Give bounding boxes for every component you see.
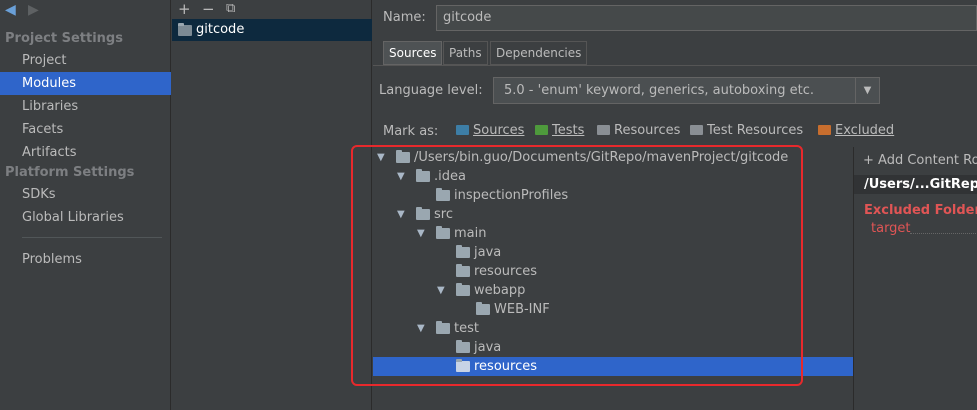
folder-icon bbox=[436, 321, 450, 334]
tab-sources[interactable]: Sources bbox=[383, 41, 443, 65]
expand-toggle-icon[interactable]: ▼ bbox=[397, 167, 405, 186]
module-name-value: gitcode bbox=[443, 10, 492, 25]
folder-icon bbox=[416, 207, 430, 220]
excluded-folder-dots bbox=[910, 233, 977, 234]
tree-node[interactable]: ▼ main bbox=[373, 224, 853, 243]
folder-icon bbox=[416, 169, 430, 182]
folder-icon bbox=[476, 302, 490, 315]
folder-icon bbox=[456, 359, 470, 372]
tree-node[interactable]: WEB-INF bbox=[373, 300, 853, 319]
settings-sidebar: ◀ ▶ Project Settings Project Modules Lib… bbox=[0, 0, 171, 410]
folder-icon bbox=[456, 340, 470, 353]
module-item-gitcode[interactable]: gitcode bbox=[172, 19, 372, 41]
tree-node-label: WEB-INF bbox=[494, 302, 550, 317]
language-level-label: Language level: bbox=[379, 83, 483, 98]
language-level-value: 5.0 - 'enum' keyword, generics, autoboxi… bbox=[504, 83, 815, 98]
folder-icon bbox=[456, 283, 470, 296]
tree-node[interactable]: resources bbox=[373, 262, 853, 281]
tab-divider bbox=[373, 65, 977, 66]
language-level-select[interactable]: 5.0 - 'enum' keyword, generics, autoboxi… bbox=[493, 77, 880, 104]
tree-node-label: resources bbox=[474, 359, 538, 374]
tab-dependencies[interactable]: Dependencies bbox=[490, 41, 588, 65]
expand-toggle-icon[interactable]: ▼ bbox=[377, 148, 385, 167]
expand-toggle-icon[interactable]: ▼ bbox=[417, 319, 425, 338]
remove-module-button[interactable]: − bbox=[202, 0, 215, 18]
excluded-folder-icon bbox=[818, 125, 831, 135]
folder-icon bbox=[436, 226, 450, 239]
tree-node[interactable]: ▼ webapp bbox=[373, 281, 853, 300]
dropdown-arrow-icon[interactable]: ▼ bbox=[855, 78, 879, 103]
tree-node-label: java bbox=[474, 245, 502, 260]
tree-node[interactable]: inspectionProfiles bbox=[373, 186, 853, 205]
sidebar-item-facets[interactable]: Facets bbox=[0, 118, 171, 141]
sources-folder-icon bbox=[456, 125, 469, 135]
mark-sources-button[interactable]: Sources bbox=[456, 123, 524, 138]
tree-node[interactable]: java bbox=[373, 243, 853, 262]
folder-icon bbox=[456, 245, 470, 258]
sidebar-item-modules[interactable]: Modules bbox=[0, 72, 171, 95]
resources-folder-icon bbox=[597, 125, 610, 135]
tree-node-label: resources bbox=[474, 264, 538, 279]
tab-paths[interactable]: Paths bbox=[443, 41, 488, 65]
sidebar-item-libraries[interactable]: Libraries bbox=[0, 95, 171, 118]
expand-toggle-icon[interactable]: ▼ bbox=[417, 224, 425, 243]
tree-node[interactable]: ▼ test bbox=[373, 319, 853, 338]
tree-node[interactable]: ▼ /Users/bin.guo/Documents/GitRepo/mavenP… bbox=[373, 148, 853, 167]
folder-icon bbox=[456, 264, 470, 277]
mark-as-label: Mark as: bbox=[383, 124, 439, 139]
tree-node-label: /Users/bin.guo/Documents/GitRepo/mavenPr… bbox=[414, 150, 789, 165]
tree-node-label: inspectionProfiles bbox=[454, 188, 569, 203]
content-root-panel: + Add Content Ro /Users/...GitRep Exclud… bbox=[853, 147, 977, 410]
tree-node-label: src bbox=[434, 207, 453, 222]
tree-node-label: main bbox=[454, 226, 487, 241]
folder-icon bbox=[396, 150, 410, 163]
folder-icon bbox=[436, 188, 450, 201]
tree-node-label: webapp bbox=[474, 283, 526, 298]
sidebar-divider bbox=[22, 237, 162, 238]
mark-resources-button[interactable]: Resources bbox=[597, 123, 680, 138]
expand-toggle-icon[interactable]: ▼ bbox=[437, 281, 445, 300]
expand-toggle-icon[interactable]: ▼ bbox=[397, 205, 405, 224]
test-resources-folder-icon bbox=[690, 125, 703, 135]
sidebar-item-global-libraries[interactable]: Global Libraries bbox=[0, 206, 171, 229]
content-root-tree: ▼ /Users/bin.guo/Documents/GitRepo/mavenP… bbox=[373, 147, 853, 410]
tree-node-label: java bbox=[474, 340, 502, 355]
platform-settings-header: Platform Settings bbox=[5, 165, 135, 180]
tests-folder-icon bbox=[535, 125, 548, 135]
excluded-folder-target[interactable]: target bbox=[871, 221, 911, 236]
module-name-field[interactable]: gitcode bbox=[436, 5, 977, 31]
project-settings-header: Project Settings bbox=[5, 31, 123, 46]
tree-node[interactable]: ▼ .idea bbox=[373, 167, 853, 186]
tree-node[interactable]: ▼ src bbox=[373, 205, 853, 224]
sidebar-item-artifacts[interactable]: Artifacts bbox=[0, 141, 171, 164]
module-folder-icon bbox=[178, 23, 192, 36]
tree-node-label: .idea bbox=[434, 169, 466, 184]
add-module-button[interactable]: + bbox=[178, 0, 191, 18]
mark-excluded-button[interactable]: Excluded bbox=[818, 123, 894, 138]
tree-node[interactable]: resources bbox=[373, 357, 853, 376]
back-arrow-icon[interactable]: ◀ bbox=[5, 2, 16, 18]
name-label: Name: bbox=[383, 10, 426, 25]
forward-arrow-icon[interactable]: ▶ bbox=[28, 2, 39, 18]
tree-node[interactable]: java bbox=[373, 338, 853, 357]
add-content-root-button[interactable]: + Add Content Ro bbox=[863, 153, 977, 168]
content-root-path[interactable]: /Users/...GitRep bbox=[854, 175, 977, 194]
tree-node-label: test bbox=[454, 321, 479, 336]
copy-module-button[interactable]: ⧉ bbox=[226, 1, 235, 16]
sidebar-item-project[interactable]: Project bbox=[0, 49, 171, 72]
mark-tests-button[interactable]: Tests bbox=[535, 123, 584, 138]
sidebar-item-problems[interactable]: Problems bbox=[0, 248, 171, 271]
module-list-panel: + − ⧉ gitcode bbox=[172, 0, 372, 410]
sidebar-item-sdks[interactable]: SDKs bbox=[0, 183, 171, 206]
mark-test-resources-button[interactable]: Test Resources bbox=[690, 123, 803, 138]
module-label: gitcode bbox=[196, 22, 245, 37]
excluded-folders-header: Excluded Folder bbox=[864, 203, 977, 218]
